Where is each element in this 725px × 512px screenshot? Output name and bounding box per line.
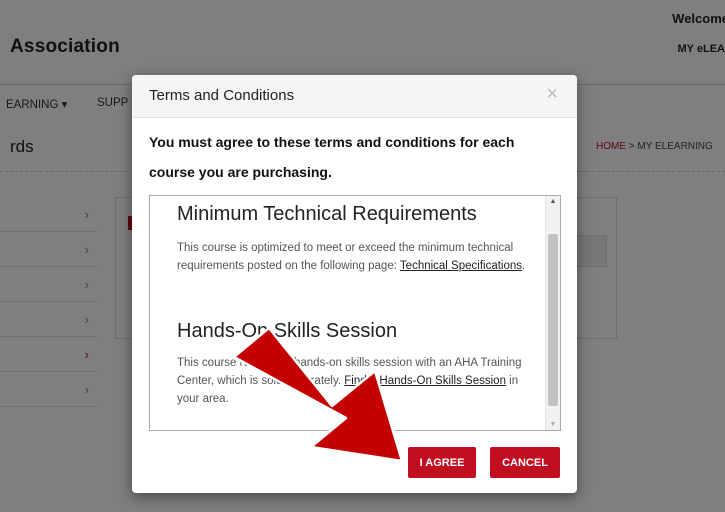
requirements-heading: Minimum Technical Requirements (177, 203, 477, 225)
terms-scroll-box[interactable]: Minimum Technical Requirements This cour… (149, 195, 561, 431)
requirements-period: . (522, 260, 526, 272)
technical-specifications-link[interactable]: Technical Specifications (400, 260, 522, 272)
i-agree-button[interactable]: I AGREE (408, 447, 476, 478)
find-skills-session-link[interactable]: Find a Hands-On Skills Session (344, 375, 506, 387)
scrollbar[interactable]: ▲ ▼ (545, 196, 560, 430)
modal-header: Terms and Conditions × (132, 75, 577, 118)
terms-modal: Terms and Conditions × You must agree to… (132, 75, 577, 493)
modal-title: Terms and Conditions (149, 87, 295, 104)
skills-text: This course requires a hands-on skills s… (177, 354, 532, 408)
skills-heading: Hands-On Skills Session (177, 320, 398, 342)
scroll-up-arrow-icon[interactable]: ▲ (546, 198, 560, 205)
cancel-button[interactable]: CANCEL (490, 447, 560, 478)
scrollbar-thumb[interactable] (548, 234, 558, 406)
scroll-down-arrow-icon[interactable]: ▼ (546, 421, 560, 428)
close-icon[interactable]: × (546, 84, 558, 104)
modal-intro-text: You must agree to these terms and condit… (149, 134, 515, 180)
terms-content: Minimum Technical Requirements This cour… (150, 196, 544, 430)
requirements-text: This course is optimized to meet or exce… (177, 239, 532, 275)
